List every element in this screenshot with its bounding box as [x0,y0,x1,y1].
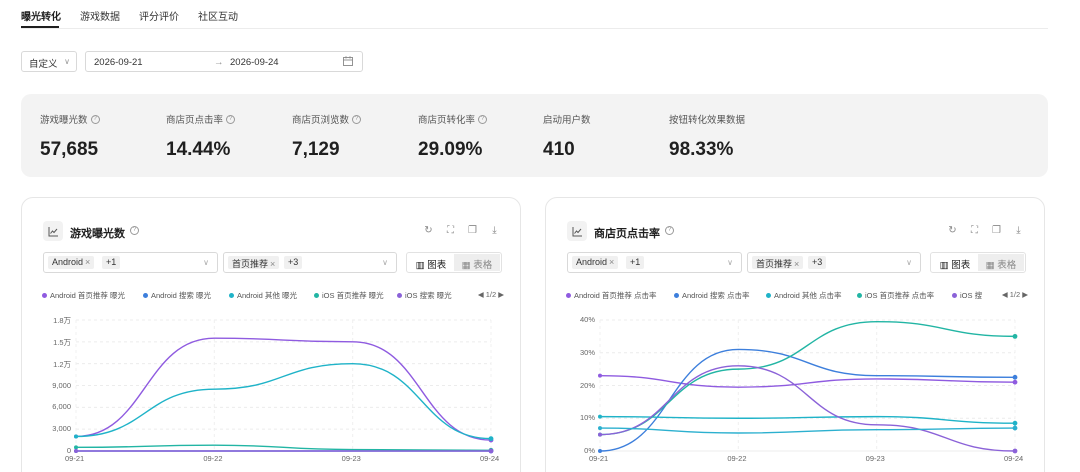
kpi-button-conversion: 按钮转化效果数据 98.33% [669,112,745,161]
line-chart-plot [598,319,1018,454]
help-icon[interactable]: ? [226,114,236,124]
range-mode-select[interactable]: 自定义 ∨ [21,51,77,72]
kpi-launch-users: 启动用户数 410 [543,112,591,161]
y-tick-label: 6,000 [52,402,71,412]
help-icon[interactable]: ? [478,114,488,124]
data-point[interactable] [598,373,602,378]
data-point[interactable] [1012,333,1018,339]
data-point[interactable] [488,448,494,454]
end-date[interactable]: 2026-09-24 [230,57,279,68]
kpi-value: 410 [543,139,575,160]
tab-ratings[interactable]: 评分评价 [139,8,179,23]
data-point[interactable] [598,432,602,437]
data-point[interactable] [1012,379,1018,385]
help-icon[interactable]: ? [352,114,362,124]
line-chart-plot [74,319,494,454]
y-tick-label: 1.2万 [53,359,71,369]
x-tick-label: 09-24 [480,454,500,463]
kpi-label: 游戏曝光数 [40,115,88,126]
y-tick-label: 20% [579,380,595,390]
kpi-panel: 游戏曝光数? 57,685 商店页点击率? 14.44% 商店页浏览数? 7,1… [21,94,1048,177]
range-mode-label: 自定义 [29,59,58,70]
kpi-label: 商店页浏览数 [292,115,350,126]
data-point[interactable] [598,414,602,419]
data-point[interactable] [488,436,494,442]
kpi-label: 商店页点击率 [166,115,224,126]
y-tick-label: 3,000 [52,424,71,434]
x-tick-label: 09-24 [1004,454,1024,463]
kpi-value: 57,685 [40,139,99,160]
x-tick-label: 09-23 [865,454,885,463]
help-icon[interactable]: ? [90,114,100,124]
x-tick-label: 09-22 [727,454,747,463]
y-tick-label: 1.5万 [53,337,71,347]
kpi-value: 29.09% [418,139,483,160]
kpi-value: 98.33% [669,139,734,160]
start-date[interactable]: 2026-09-21 [94,57,143,68]
chevron-down-icon: ∨ [64,57,70,66]
date-range-picker[interactable]: 2026-09-21 → 2026-09-24 [85,51,363,72]
kpi-store-views: 商店页浏览数? 7,129 [292,112,362,161]
kpi-label: 商店页转化率 [418,115,476,126]
x-tick-label: 09-21 [589,454,609,463]
y-tick-label: 1.8万 [53,316,71,325]
main-tabs: 曝光转化 游戏数据 评分评价 社区互动 [21,0,1048,29]
series-line [599,427,1016,434]
kpi-label: 按钮转化效果数据 [669,115,746,126]
x-tick-label: 09-23 [341,454,361,463]
y-tick-label: 30% [579,347,595,357]
kpi-game-exposure: 游戏曝光数? 57,685 [40,112,100,161]
y-tick-label: 10% [579,413,595,423]
active-tab-indicator [21,26,59,28]
series-line [75,337,492,441]
data-point[interactable] [1012,420,1018,426]
data-point[interactable] [598,449,602,453]
data-point[interactable] [74,449,78,453]
data-point[interactable] [598,426,602,431]
kpi-value: 7,129 [292,139,340,160]
data-point[interactable] [1012,448,1018,454]
chart-card-store-ctr: 商店页点击率 ? ↻ ⛶ ❐ ⤓ Android × +1 ∨ 首页推荐 × +3 … [545,197,1045,472]
calendar-icon[interactable] [343,56,353,66]
kpi-value: 14.44% [166,139,231,160]
x-tick-label: 09-21 [65,454,85,463]
kpi-label: 启动用户数 [543,115,591,126]
y-tick-label: 9,000 [52,380,71,390]
tab-game-data[interactable]: 游戏数据 [80,8,120,23]
series-line [599,415,1016,424]
kpi-store-conversion: 商店页转化率? 29.09% [418,112,488,161]
data-point[interactable] [1012,374,1018,380]
data-point[interactable] [74,434,78,439]
y-tick-label: 40% [579,315,595,324]
series-line [75,444,492,451]
chart-card-exposure: 游戏曝光数 ? ↻ ⛶ ❐ ⤓ Android × +1 ∨ 首页推荐 × +3 ∨… [21,197,521,472]
tab-exposure-conversion[interactable]: 曝光转化 [21,8,61,23]
series-line [599,348,1016,452]
kpi-store-ctr: 商店页点击率? 14.44% [166,112,236,161]
x-tick-label: 09-22 [203,454,223,463]
tab-community[interactable]: 社区互动 [198,8,238,23]
data-point[interactable] [74,445,78,450]
date-range-arrow: → [214,57,224,68]
data-point[interactable] [1012,425,1018,431]
